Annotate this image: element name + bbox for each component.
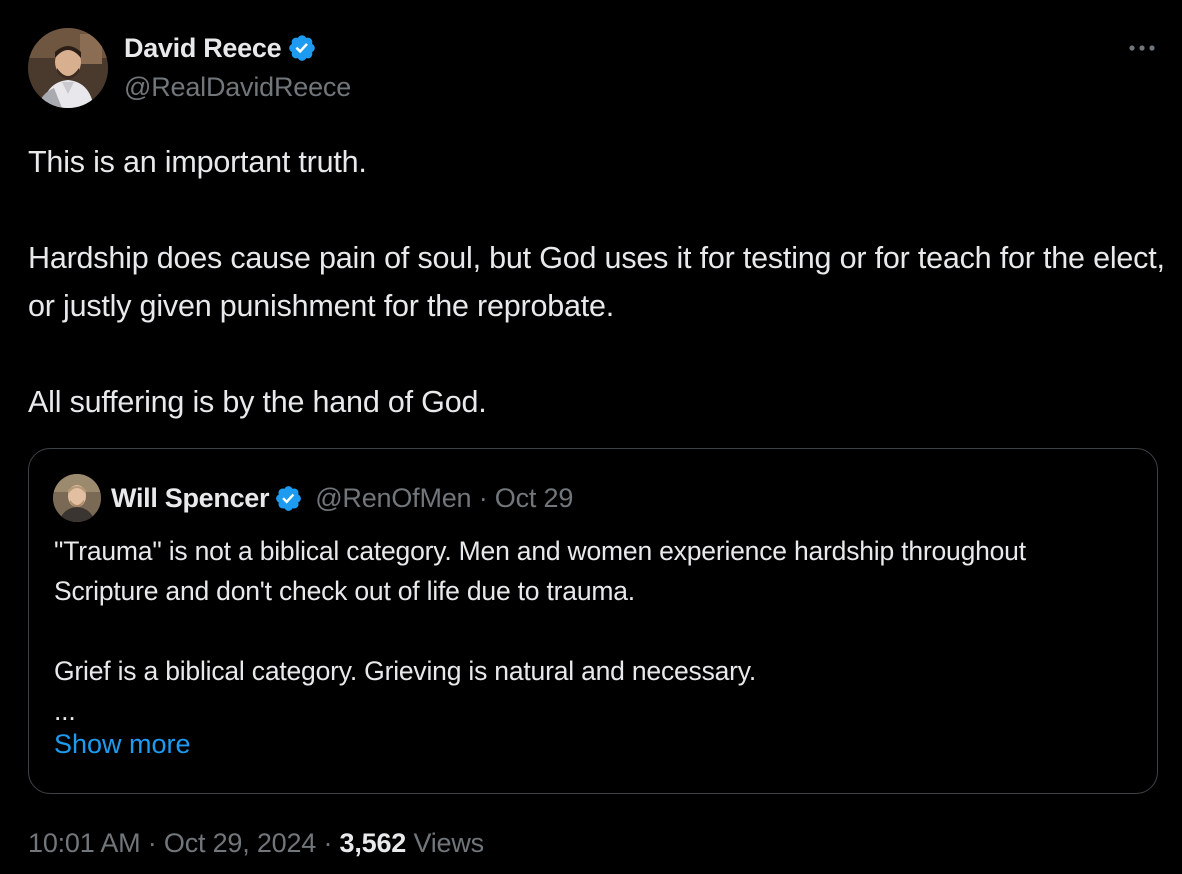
quoted-tweet-meta: @RenOfMen · Oct 29: [315, 483, 573, 514]
tweet-time[interactable]: 10:01 AM: [28, 828, 141, 858]
tweet-footer: 10:01 AM · Oct 29, 2024 · 3,562 Views: [28, 828, 484, 859]
tweet-text: This is an important truth. Hardship doe…: [28, 138, 1168, 426]
quoted-tweet-date[interactable]: Oct 29: [495, 483, 574, 513]
tweet-date[interactable]: Oct 29, 2024: [164, 828, 316, 858]
author-name[interactable]: David Reece: [124, 33, 282, 64]
tweet-paragraph: This is an important truth.: [28, 145, 367, 179]
verified-badge-icon: [274, 484, 303, 513]
meta-separator: ·: [478, 482, 488, 513]
quoted-author-avatar[interactable]: [53, 474, 101, 522]
more-options-button[interactable]: [1122, 34, 1162, 62]
meta-separator: ·: [323, 828, 333, 858]
author-avatar[interactable]: [28, 28, 108, 108]
tweet-paragraph-spacer: [28, 186, 1168, 234]
quoted-author-handle[interactable]: @RenOfMen: [315, 483, 471, 513]
tweet-paragraph: Hardship does cause pain of soul, but Go…: [28, 241, 1174, 323]
quoted-paragraph: Grief is a biblical category. Grieving i…: [54, 656, 757, 686]
quoted-paragraph-spacer: [54, 611, 1134, 651]
quoted-tweet-card[interactable]: Will Spencer @RenOfMen · Oct 29 "Trauma"…: [28, 448, 1158, 794]
quoted-tweet-header: Will Spencer @RenOfMen · Oct 29: [53, 473, 573, 523]
quoted-tweet-text: "Trauma" is not a biblical category. Men…: [54, 531, 1134, 731]
tweet-paragraph: All suffering is by the hand of God.: [28, 385, 487, 419]
tweet-paragraph-spacer: [28, 330, 1168, 378]
author-handle[interactable]: @RealDavidReece: [124, 72, 351, 103]
verified-badge-icon[interactable]: [287, 33, 317, 63]
tweet: David Reece @RealDavidReece This is an i…: [0, 0, 1182, 874]
quoted-author-name[interactable]: Will Spencer: [111, 483, 270, 514]
quoted-ellipsis: ...: [54, 696, 76, 726]
author-name-row: David Reece: [124, 30, 317, 66]
views-label: Views: [413, 828, 484, 858]
quoted-paragraph: "Trauma" is not a biblical category. Men…: [54, 536, 1034, 606]
views-count[interactable]: 3,562: [340, 828, 407, 858]
more-horizontal-icon: [1127, 39, 1157, 57]
show-more-link[interactable]: Show more: [54, 729, 191, 760]
meta-separator: ·: [147, 828, 157, 858]
